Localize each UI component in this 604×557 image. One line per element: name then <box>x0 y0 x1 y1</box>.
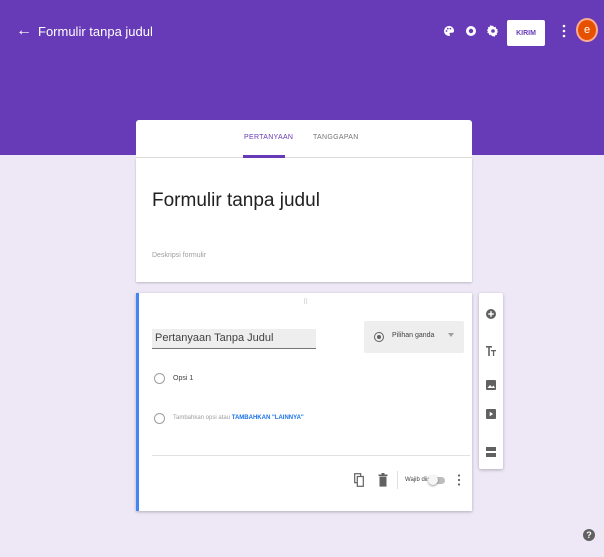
question-type-dropdown[interactable]: Pilihan ganda <box>364 321 464 353</box>
radio-button-icon <box>374 332 384 342</box>
app-title[interactable]: Formulir tanpa judul <box>38 24 153 39</box>
question-title-input[interactable]: Pertanyaan Tanpa Judul <box>152 329 316 349</box>
add-title-icon[interactable] <box>486 343 496 356</box>
add-item-toolbar <box>479 293 503 469</box>
question-footer-divider <box>152 455 470 456</box>
top-app-bar: ← Formulir tanpa judul KIRIM e <box>0 0 604 64</box>
add-option-or: atau <box>218 415 231 421</box>
preview-icon[interactable] <box>463 23 479 39</box>
help-icon[interactable]: ? <box>583 529 595 541</box>
delete-icon[interactable] <box>378 473 388 487</box>
question-card[interactable]: ⠿ Pertanyaan Tanpa Judul Pilihan ganda O… <box>136 293 472 511</box>
form-title[interactable]: Formulir tanpa judul <box>152 190 320 212</box>
drag-handle-icon[interactable]: ⠿ <box>303 298 309 306</box>
settings-icon[interactable] <box>485 23 501 39</box>
tab-questions[interactable]: PERTANYAAN <box>244 134 293 141</box>
add-video-icon[interactable] <box>486 406 496 419</box>
palette-icon[interactable] <box>441 23 457 39</box>
duplicate-icon[interactable] <box>354 473 364 487</box>
form-description-field[interactable]: Deskripsi formulir <box>152 252 206 259</box>
back-arrow-icon[interactable]: ← <box>16 23 32 39</box>
option-1-input[interactable]: Opsi 1 <box>173 375 193 382</box>
option-radio-icon <box>154 373 165 384</box>
required-toggle[interactable] <box>428 475 445 485</box>
form-title-card: Formulir tanpa judul Deskripsi formulir <box>136 158 472 282</box>
add-option-row: Tambahkan opsi atau TAMBAHKAN "LAINNYA" <box>173 415 304 421</box>
more-options-icon[interactable] <box>561 22 567 40</box>
add-question-icon[interactable] <box>486 306 496 319</box>
add-image-icon[interactable] <box>486 377 496 390</box>
question-type-label: Pilihan ganda <box>392 332 435 339</box>
add-option-link[interactable]: Tambahkan opsi <box>173 415 217 421</box>
add-section-icon[interactable] <box>486 444 496 457</box>
avatar[interactable]: e <box>576 18 598 42</box>
footer-vertical-divider <box>397 471 398 489</box>
tab-responses[interactable]: TANGGAPAN <box>313 134 359 141</box>
form-tabs: PERTANYAAN TANGGAPAN <box>136 120 472 158</box>
add-other-link[interactable]: TAMBAHKAN "LAINNYA" <box>232 415 304 421</box>
add-option-radio-icon <box>154 413 165 424</box>
dropdown-arrow-icon <box>448 333 454 337</box>
question-more-icon[interactable] <box>457 473 461 487</box>
send-button[interactable]: KIRIM <box>507 20 545 46</box>
